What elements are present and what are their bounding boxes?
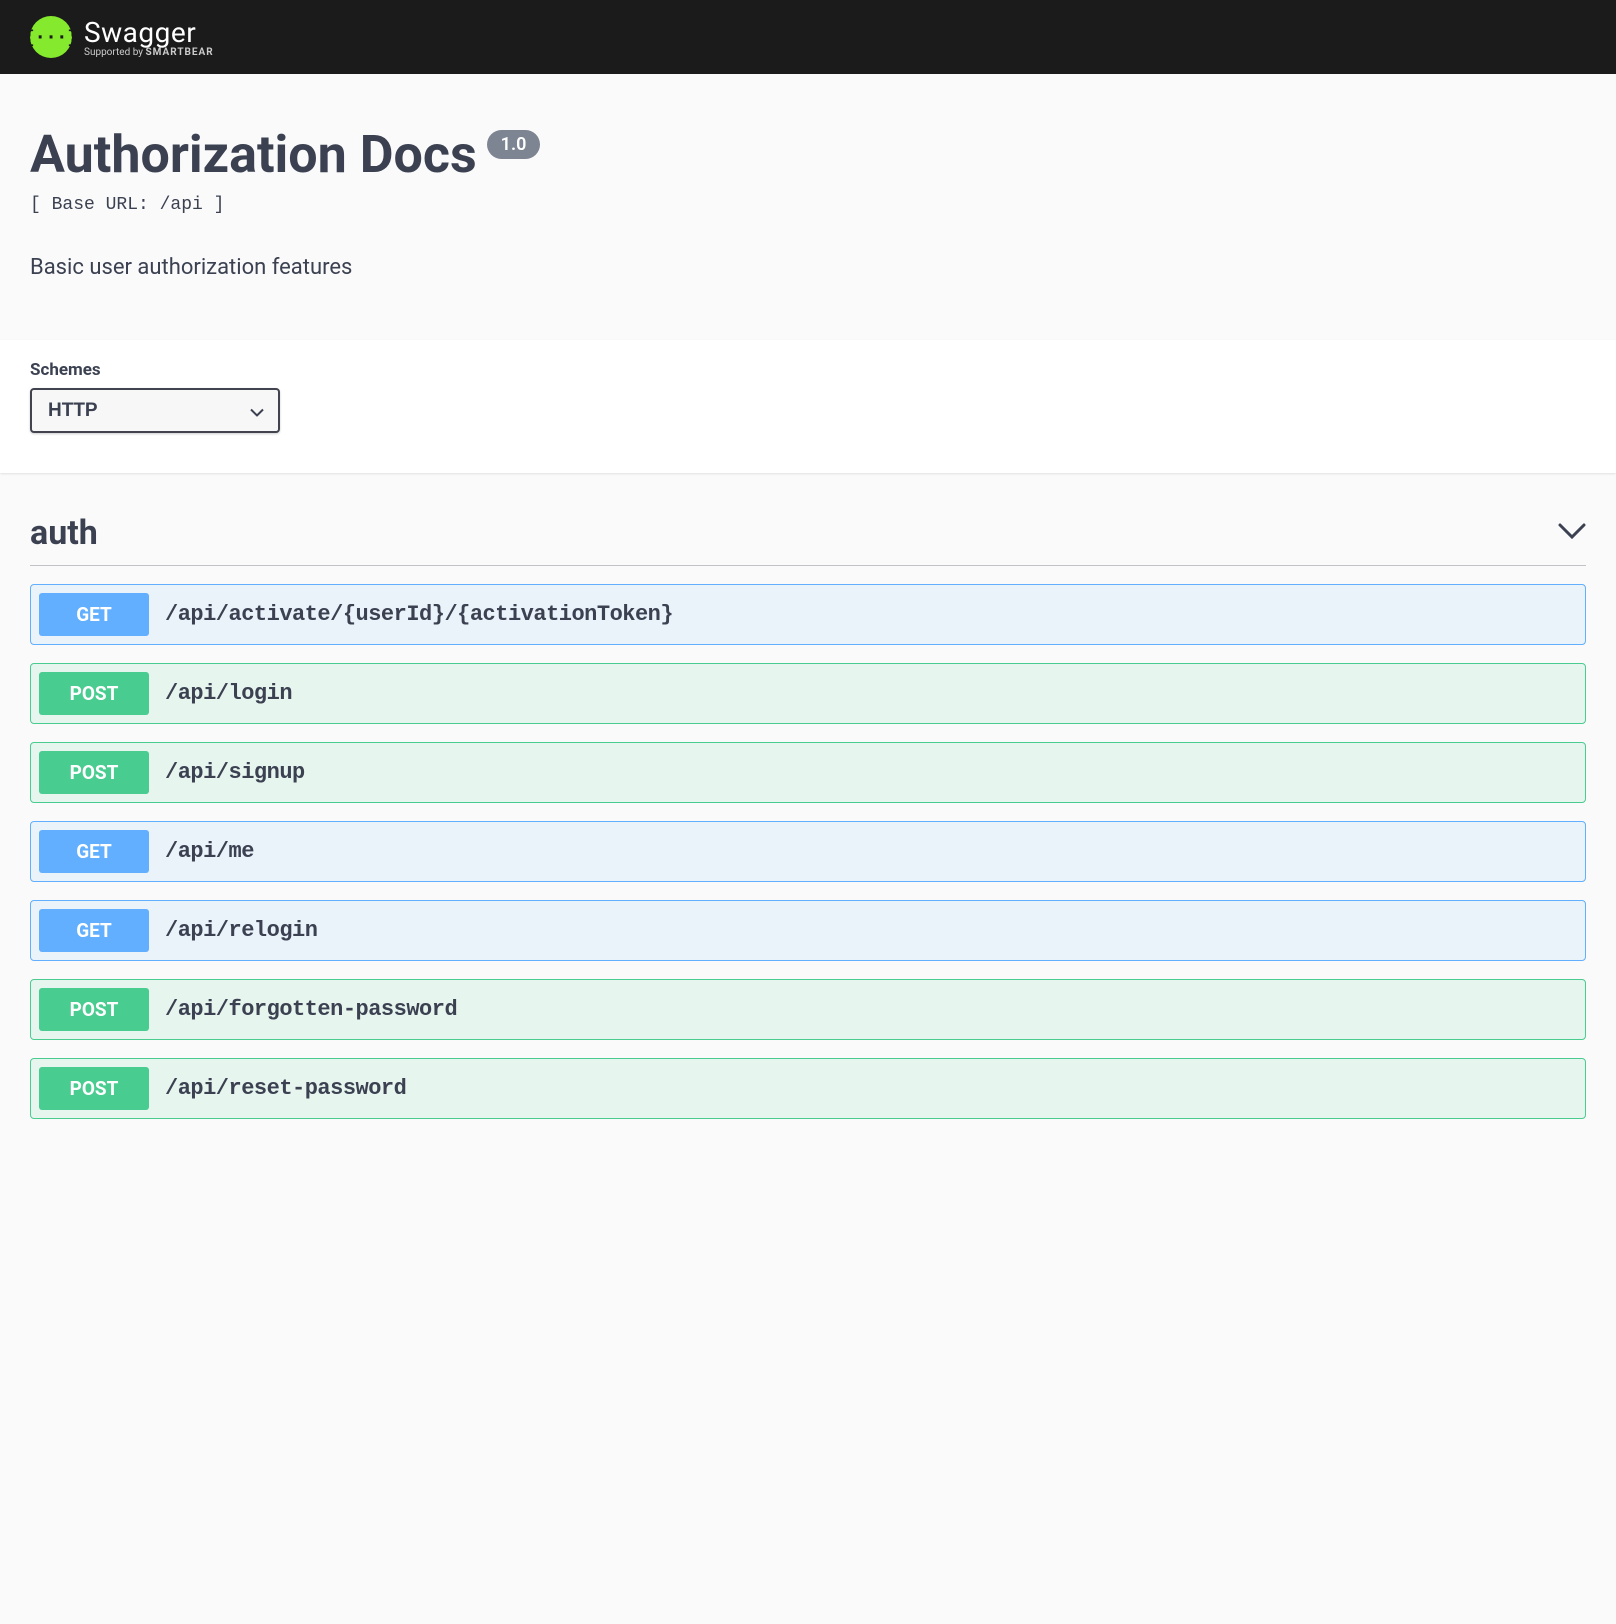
operation-block[interactable]: GET/api/me [30, 821, 1586, 882]
operation-block[interactable]: GET/api/activate/{userId}/{activationTok… [30, 584, 1586, 645]
schemes-label: Schemes [30, 360, 1586, 380]
operation-path: /api/forgotten-password [165, 997, 457, 1022]
api-description: Basic user authorization features [30, 255, 1586, 280]
version-badge: 1.0 [487, 130, 541, 159]
operation-path: /api/login [165, 681, 292, 706]
operation-block[interactable]: POST/api/forgotten-password [30, 979, 1586, 1040]
tag-header[interactable]: auth [30, 513, 1586, 566]
method-badge: GET [39, 909, 149, 952]
schemes-select[interactable]: HTTP [30, 388, 280, 433]
swagger-logo[interactable]: {···} Swagger Supported by SMARTBEAR [30, 16, 214, 58]
operation-path: /api/me [165, 839, 254, 864]
operation-path: /api/signup [165, 760, 305, 785]
base-url: [ Base URL: /api ] [30, 195, 1586, 215]
operation-path: /api/reset-password [165, 1076, 406, 1101]
title-text: Authorization Docs [30, 124, 477, 185]
schemes-section: Schemes HTTP [0, 340, 1616, 473]
swagger-logo-icon: {···} [30, 16, 72, 58]
operations-list: GET/api/activate/{userId}/{activationTok… [30, 584, 1586, 1119]
operation-block[interactable]: GET/api/relogin [30, 900, 1586, 961]
method-badge: POST [39, 751, 149, 794]
method-badge: GET [39, 593, 149, 636]
brand-name: Swagger [84, 16, 214, 49]
supported-brand: SMARTBEAR [145, 47, 213, 58]
operation-block[interactable]: POST/api/reset-password [30, 1058, 1586, 1119]
method-badge: POST [39, 672, 149, 715]
operation-block[interactable]: POST/api/login [30, 663, 1586, 724]
logo-text: Swagger Supported by SMARTBEAR [84, 16, 214, 58]
method-badge: GET [39, 830, 149, 873]
schemes-select-wrap: HTTP [30, 388, 280, 433]
operation-path: /api/relogin [165, 918, 317, 943]
page-title: Authorization Docs 1.0 [30, 124, 1586, 185]
method-badge: POST [39, 1067, 149, 1110]
operation-path: /api/activate/{userId}/{activationToken} [165, 602, 673, 627]
topbar: {···} Swagger Supported by SMARTBEAR [0, 0, 1616, 74]
supported-by: Supported by SMARTBEAR [84, 47, 214, 58]
tag-name: auth [30, 513, 98, 553]
info-section: Authorization Docs 1.0 [ Base URL: /api … [0, 74, 1616, 340]
operation-block[interactable]: POST/api/signup [30, 742, 1586, 803]
chevron-down-icon [1558, 523, 1586, 543]
supported-prefix: Supported by [84, 47, 145, 58]
method-badge: POST [39, 988, 149, 1031]
operations-section: auth GET/api/activate/{userId}/{activati… [0, 473, 1616, 1177]
